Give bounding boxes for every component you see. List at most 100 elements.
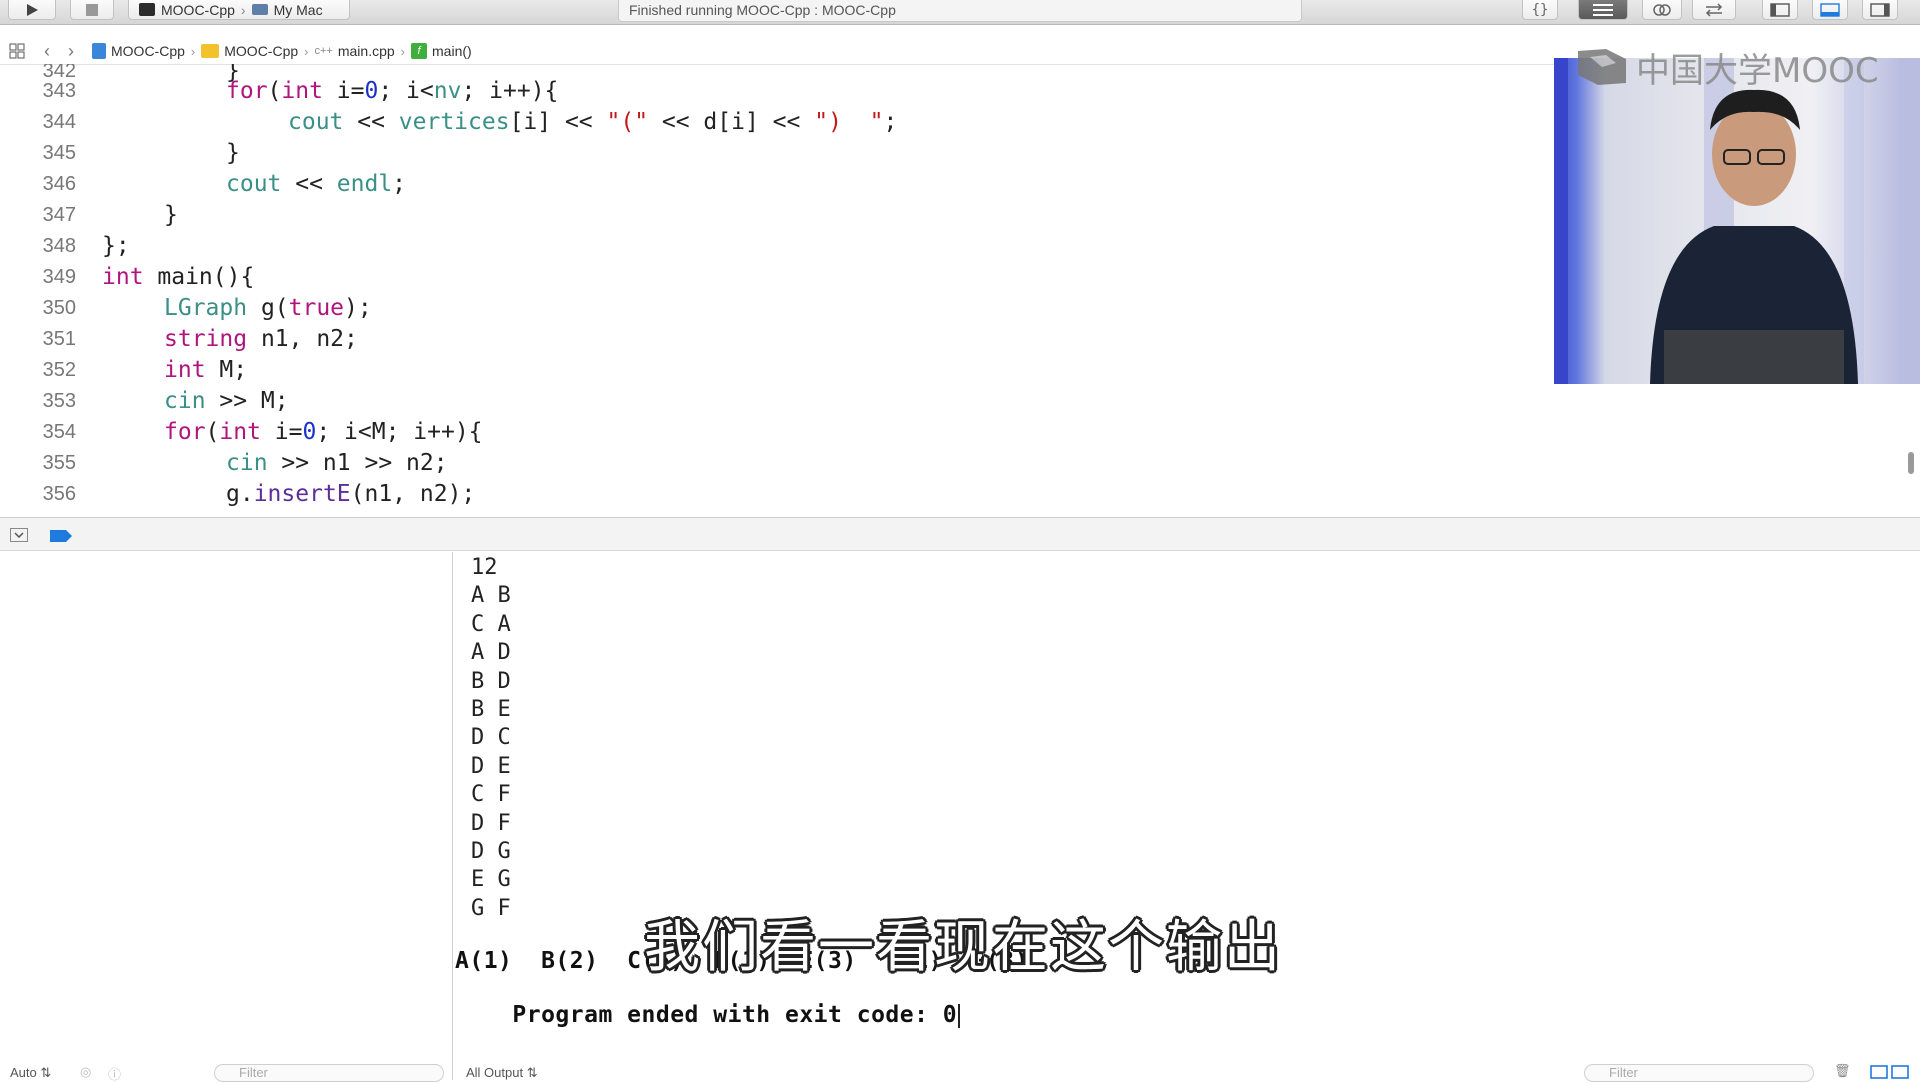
navigator-toggle-button[interactable]: [1762, 0, 1798, 20]
trash-icon[interactable]: 🗑: [1834, 1063, 1851, 1079]
swap-button[interactable]: [1692, 0, 1736, 20]
debug-bottom-bar: Auto ⇅ ◎ ⓘ Filter All Output ⇅ Filter 🗑: [0, 1062, 1920, 1083]
code-text: string n1, n2;: [164, 326, 358, 352]
console-input-line: B D: [471, 668, 511, 694]
mac-icon: [251, 4, 268, 15]
crumb-function[interactable]: f main(): [411, 43, 472, 59]
folder-icon: [201, 44, 220, 58]
terminal-icon: [139, 3, 155, 16]
hide-debug-area-icon[interactable]: [10, 528, 28, 542]
crumb-file[interactable]: c++ main.cpp: [315, 43, 395, 59]
filter-placeholder: Filter: [239, 1065, 268, 1080]
code-text: for(int i=0; i<M; i++){: [164, 419, 483, 445]
code-line: 347}: [0, 200, 1600, 231]
console-input-line: D E: [471, 753, 511, 779]
eye-icon[interactable]: ◎: [80, 1064, 91, 1080]
line-number: 350: [42, 297, 76, 319]
console-input-line: E G: [471, 867, 511, 893]
cpp-file-icon: c++: [314, 45, 333, 57]
breakpoints-toggle-icon[interactable]: [50, 529, 72, 547]
variables-view[interactable]: [0, 552, 453, 1080]
activity-view: Finished running MOOC-Cpp : MOOC-Cpp: [618, 0, 1302, 22]
console-input-line: C F: [471, 782, 511, 808]
editor-scrollbar[interactable]: [1908, 452, 1914, 474]
line-number: 353: [42, 390, 76, 412]
code-text: LGraph g(true);: [164, 295, 372, 321]
code-text: g.insertE(n1, n2);: [226, 481, 476, 507]
scheme-name: MOOC-Cpp: [161, 1, 235, 18]
console-input-line: 12: [471, 555, 498, 580]
back-icon[interactable]: ‹: [44, 41, 50, 62]
line-number: 351: [42, 328, 76, 350]
code-text: int M;: [164, 357, 248, 383]
scheme-selector[interactable]: MOOC-Cpp › My Mac: [128, 0, 350, 20]
console-filter-input[interactable]: Filter: [1584, 1064, 1814, 1082]
destination-name: My Mac: [273, 1, 323, 18]
code-text: }: [226, 140, 240, 166]
console-input-line: G F: [471, 895, 511, 921]
lecture-video-overlay: [1554, 58, 1920, 384]
split-view-icon[interactable]: [1870, 1065, 1910, 1079]
crumb-group[interactable]: MOOC-Cpp: [201, 43, 298, 59]
output-selector[interactable]: All Output ⇅: [466, 1065, 538, 1081]
chevron-right-icon: ›: [240, 1, 246, 18]
activity-status-text: Finished running MOOC-Cpp : MOOC-Cpp: [629, 2, 896, 18]
line-number: 346: [42, 173, 76, 195]
grid-icon[interactable]: [8, 42, 26, 60]
code-line: 348};: [0, 231, 1600, 262]
variables-filter-input[interactable]: Filter: [214, 1064, 444, 1082]
stop-icon: [86, 3, 98, 16]
project-icon: [92, 43, 106, 59]
crumb-file-label: main.cpp: [337, 43, 395, 59]
assistant-editor-button[interactable]: [1578, 0, 1628, 20]
line-number: 356: [42, 483, 76, 505]
exit-message: Program ended with exit code: 0: [512, 1002, 958, 1028]
stop-button[interactable]: [70, 0, 114, 20]
chevron-right-icon: ›: [400, 43, 406, 59]
debug-area-toggle-button[interactable]: [1812, 0, 1848, 20]
code-text: };: [102, 233, 130, 259]
console-input-line: A B: [471, 583, 511, 609]
run-button[interactable]: [8, 0, 56, 20]
code-line: 345}: [0, 138, 1600, 169]
code-line: 349 int main(){: [0, 262, 1600, 293]
line-number: 347: [42, 204, 76, 226]
auto-scope-selector[interactable]: Auto ⇅: [10, 1065, 51, 1081]
auto-label: Auto: [10, 1065, 37, 1080]
play-icon: [27, 3, 38, 16]
overlap-circles-icon: [1653, 3, 1671, 16]
mooc-logo: 中国大学MOOC: [1576, 46, 1879, 91]
console-exit-line: Program ended with exit code: 0: [455, 976, 961, 1054]
chevron-right-icon: ›: [304, 43, 309, 59]
code-line: 344 cout << vertices[i] << "(" << d[i] <<…: [0, 107, 1600, 138]
text-caret: [958, 1003, 961, 1028]
updown-chevron-icon: ⇅: [40, 1065, 52, 1080]
standard-editor-button[interactable]: {}: [1522, 0, 1558, 20]
swap-arrows-icon: [1705, 2, 1723, 17]
code-text: cout << vertices[i] << "(" << d[i] << ")…: [288, 109, 898, 135]
braces-icon: {}: [1531, 1, 1549, 18]
function-icon: f: [411, 43, 428, 59]
inspector-toggle-button[interactable]: [1862, 0, 1898, 20]
console-output[interactable]: A(1) B(2) C(6) D(1) E(3) F(1) G(3) Progr…: [453, 552, 1920, 1080]
forward-icon[interactable]: ›: [68, 41, 74, 62]
version-editor-button[interactable]: [1642, 0, 1682, 20]
code-line: 355 cin >> n1 >> n2;: [0, 448, 1600, 479]
code-line: 353 cin >> M;: [0, 386, 1600, 417]
mooc-logo-icon: [1578, 49, 1626, 85]
video-subtitle: 我们看一看现在这个输出: [644, 915, 1282, 980]
code-text: for(int i=0; i<nv; i++){: [226, 78, 559, 104]
left-panel-icon: [1770, 2, 1790, 17]
mooc-logo-text: 中国大学MOOC: [1636, 50, 1879, 91]
line-number: 343: [42, 80, 76, 102]
console-input-line: D C: [471, 725, 511, 751]
presenter-image: [1554, 58, 1864, 384]
info-icon[interactable]: ⓘ: [108, 1064, 121, 1083]
bottom-panel-icon: [1820, 2, 1840, 17]
console-input-line: A D: [471, 640, 511, 666]
code-line: 350 LGraph g(true);: [0, 293, 1600, 324]
lines-icon: [1593, 3, 1613, 16]
code-text: }: [164, 202, 178, 228]
crumb-project[interactable]: MOOC-Cpp: [92, 43, 185, 59]
crumb-function-label: main(): [432, 43, 472, 59]
